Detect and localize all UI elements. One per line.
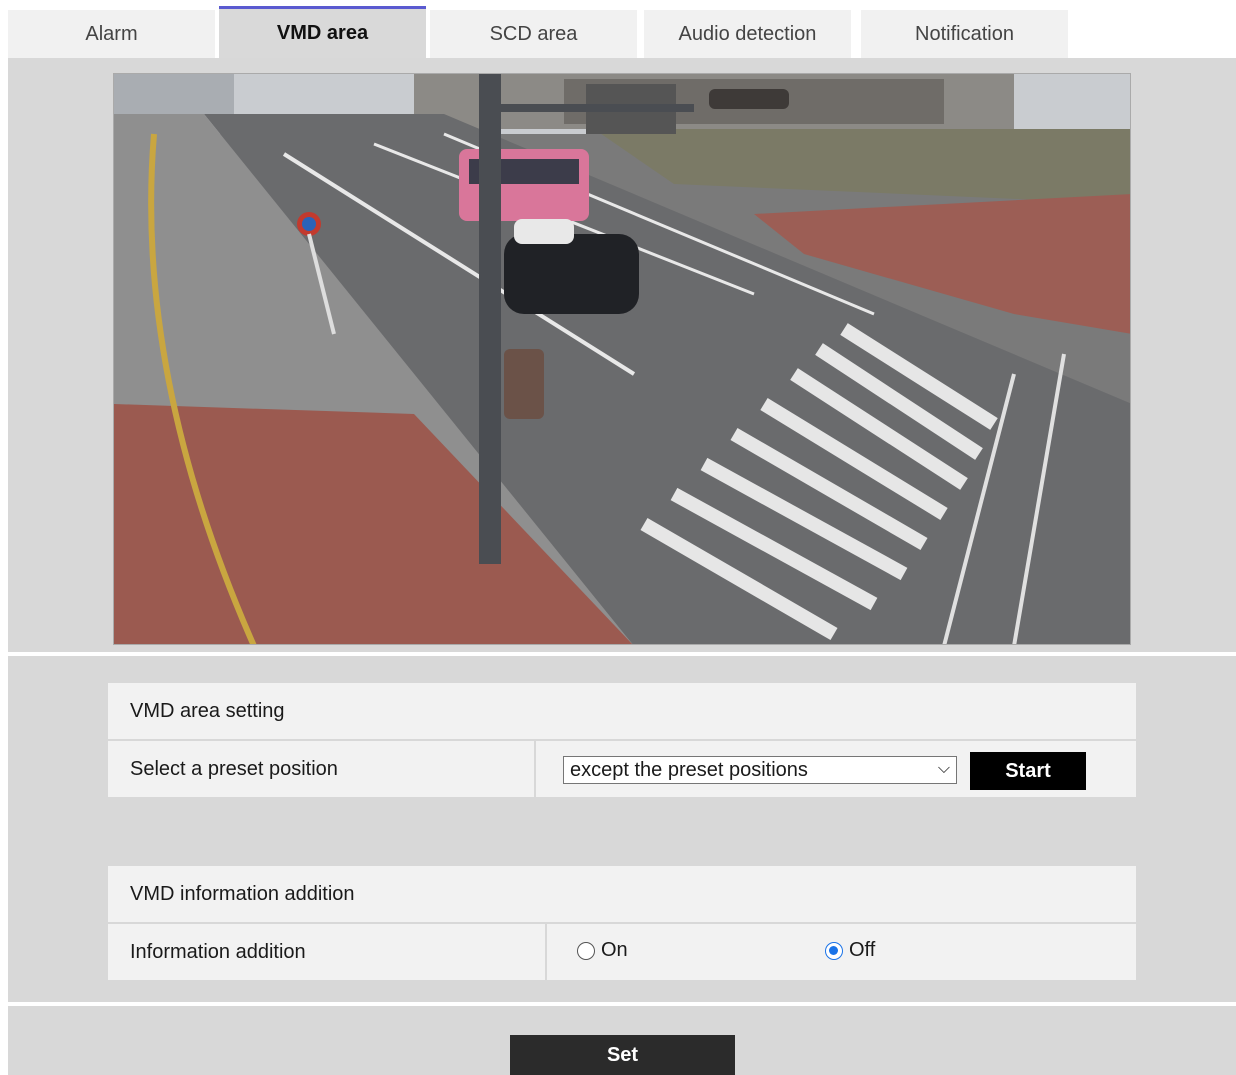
preset-position-row: Select a preset position except the pres… [108, 741, 1136, 797]
radio-off[interactable]: Off [825, 939, 875, 962]
vmd-area-setting-header: VMD area setting [108, 683, 1136, 739]
tab-bar: Alarm VMD area SCD area Audio detection … [8, 6, 1108, 58]
tab-audio-detection[interactable]: Audio detection [644, 10, 851, 58]
radio-off-label: Off [849, 939, 876, 961]
tab-notification[interactable]: Notification [861, 10, 1068, 58]
set-button[interactable]: Set [510, 1035, 735, 1075]
preset-position-label: Select a preset position [108, 741, 534, 797]
radio-on[interactable]: On [577, 939, 628, 962]
information-addition-label: Information addition [108, 924, 545, 980]
preset-position-control: except the preset positions ⌵ Start [536, 741, 1136, 797]
information-addition-row: Information addition On Off [108, 924, 1136, 980]
start-button[interactable]: Start [970, 752, 1086, 790]
radio-on-label: On [601, 939, 628, 961]
preset-position-select[interactable]: except the preset positions ⌵ [563, 756, 957, 784]
tab-alarm[interactable]: Alarm [8, 10, 215, 58]
camera-image[interactable] [113, 73, 1131, 645]
tab-vmd-area[interactable]: VMD area [219, 6, 426, 58]
chevron-down-icon: ⌵ [937, 760, 950, 777]
radio-on-circle[interactable] [577, 941, 595, 960]
information-addition-control: On Off [547, 924, 1136, 980]
tab-scd-area[interactable]: SCD area [430, 10, 637, 58]
radio-off-circle[interactable] [825, 941, 843, 960]
vmd-info-addition-header: VMD information addition [108, 866, 1136, 922]
preset-position-selected-value: except the preset positions [570, 758, 808, 781]
